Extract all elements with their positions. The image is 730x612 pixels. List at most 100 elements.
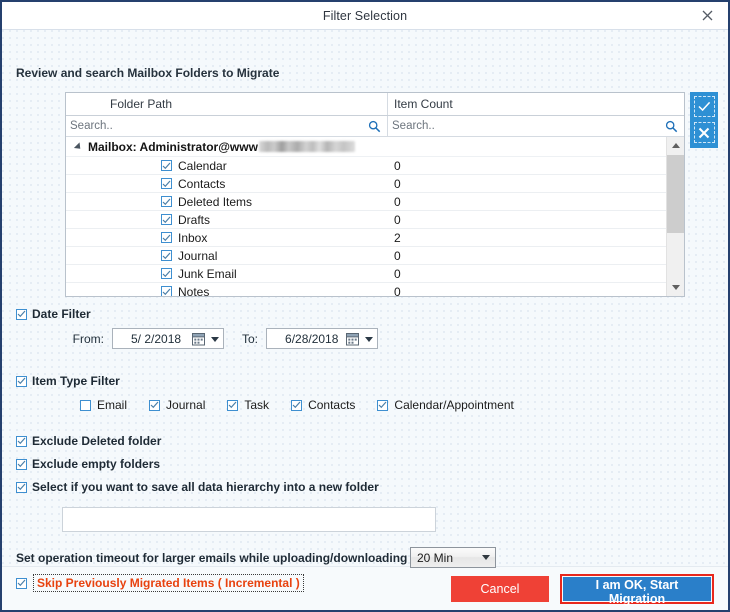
column-header-folder-path-label: Folder Path <box>110 97 173 111</box>
folder-checkbox[interactable] <box>161 196 172 207</box>
exclude-empty-folders-checkbox[interactable] <box>16 458 27 470</box>
check-icon <box>17 579 26 587</box>
operation-timeout-row: Set operation timeout for larger emails … <box>16 547 496 568</box>
scrollbar-thumb[interactable] <box>667 155 684 233</box>
folder-name: Journal <box>178 248 218 263</box>
chevron-down-icon <box>671 285 680 290</box>
date-to-field[interactable]: 6/28/2018 <box>266 328 379 349</box>
check-icon <box>17 483 26 491</box>
item-count-cell: 0 <box>394 176 401 191</box>
folder-path-cell: Calendar <box>66 159 388 173</box>
item-type-label: Calendar/Appointment <box>394 398 514 412</box>
item-type-label: Contacts <box>308 398 356 412</box>
item-type-checkbox[interactable] <box>227 399 239 411</box>
option-exclude-empty-folders[interactable]: Exclude empty folders <box>16 457 160 471</box>
calendar-icon[interactable] <box>346 332 360 346</box>
search-cell-item-count <box>388 116 684 136</box>
search-input-folder-path[interactable] <box>70 120 368 132</box>
date-filter-label: Date Filter <box>32 307 91 321</box>
table-row[interactable]: Calendar 0 <box>66 157 666 175</box>
check-icon <box>17 377 26 385</box>
table-row[interactable]: Drafts 0 <box>66 211 666 229</box>
new-folder-name-input[interactable] <box>62 507 436 532</box>
item-count-cell: 2 <box>394 230 401 245</box>
folder-checkbox[interactable] <box>161 268 172 279</box>
exclude-empty-folders-label: Exclude empty folders <box>32 457 161 471</box>
skip-migrated-items-toggle[interactable]: Skip Previously Migrated Items ( Increme… <box>16 574 304 592</box>
grid-body: Mailbox: Administrator@www Calendar 0 Cont… <box>66 137 684 296</box>
table-row[interactable]: Inbox 2 <box>66 229 666 247</box>
date-from-field[interactable]: 5/ 2/2018 <box>112 328 224 349</box>
folder-checkbox[interactable] <box>161 286 172 296</box>
table-row[interactable]: Notes 0 <box>66 283 666 296</box>
check-icon <box>162 288 171 295</box>
folder-checkbox[interactable] <box>161 250 172 261</box>
vertical-scrollbar[interactable] <box>666 137 684 296</box>
column-header-item-count[interactable]: Item Count <box>388 93 684 115</box>
scroll-down-button[interactable] <box>667 279 684 296</box>
item-type-checkbox[interactable] <box>80 399 91 411</box>
folder-checkbox[interactable] <box>161 178 172 189</box>
folder-path-cell: Inbox <box>66 231 388 245</box>
folder-checkbox[interactable] <box>161 232 172 243</box>
select-all-button[interactable] <box>693 96 715 117</box>
grid-selection-buttons <box>690 92 718 148</box>
expand-collapse-icon[interactable] <box>73 141 84 152</box>
grid-header-row: Folder Path Item Count <box>66 93 684 116</box>
column-header-folder-path[interactable]: Folder Path <box>66 93 388 115</box>
table-row[interactable]: Contacts 0 <box>66 175 666 193</box>
skip-migrated-items-checkbox[interactable] <box>16 577 27 589</box>
folder-checkbox[interactable] <box>161 214 172 225</box>
item-type-checkbox[interactable] <box>291 399 303 411</box>
date-to-dropdown-icon[interactable] <box>365 337 374 342</box>
item-type-checkbox[interactable] <box>377 399 389 411</box>
check-icon <box>162 216 171 223</box>
item-count-cell: 0 <box>394 158 401 173</box>
item-type-option[interactable]: Calendar/Appointment <box>377 398 514 412</box>
option-save-hierarchy-new-folder[interactable]: Select if you want to save all data hier… <box>16 480 379 494</box>
folder-grid: Folder Path Item Count Search.. Search..… <box>65 92 685 297</box>
date-to-value: 6/28/2018 <box>285 331 339 346</box>
check-icon <box>162 252 171 259</box>
title-bar: Filter Selection <box>2 2 728 30</box>
item-type-filter-checkbox[interactable] <box>16 375 27 387</box>
folder-path-cell: Contacts <box>66 177 388 191</box>
operation-timeout-select[interactable]: 20 Min <box>410 547 496 568</box>
item-type-filter-toggle[interactable]: Item Type Filter <box>16 374 120 388</box>
save-hierarchy-label: Select if you want to save all data hier… <box>32 480 379 494</box>
calendar-icon[interactable] <box>192 332 205 346</box>
date-from-dropdown-icon[interactable] <box>211 337 219 342</box>
date-from-value: 5/ 2/2018 <box>131 331 182 346</box>
search-icon[interactable] <box>368 120 381 133</box>
folder-name: Contacts <box>178 176 226 191</box>
date-filter-checkbox[interactable] <box>16 308 27 320</box>
item-type-option[interactable]: Email <box>80 398 127 412</box>
item-type-option[interactable]: Contacts <box>291 398 355 412</box>
option-exclude-deleted-folder[interactable]: Exclude Deleted folder <box>16 434 161 448</box>
scroll-up-button[interactable] <box>667 137 684 154</box>
table-row[interactable]: Journal 0 <box>66 247 666 265</box>
skip-migrated-items-label: Skip Previously Migrated Items ( Increme… <box>33 574 304 592</box>
folder-checkbox[interactable] <box>161 160 172 171</box>
date-from-label: From: <box>72 331 104 346</box>
search-input-item-count[interactable] <box>392 120 665 132</box>
table-row[interactable]: Junk Email 0 <box>66 265 666 283</box>
deselect-all-button[interactable] <box>693 122 715 143</box>
mailbox-root-row[interactable]: Mailbox: Administrator@www <box>66 137 666 157</box>
item-type-checkbox[interactable] <box>149 399 161 411</box>
save-hierarchy-checkbox[interactable] <box>16 481 27 493</box>
close-glyph <box>702 10 712 21</box>
cancel-button[interactable]: Cancel <box>451 575 549 602</box>
table-row[interactable]: Deleted Items 0 <box>66 193 666 211</box>
date-filter-toggle[interactable]: Date Filter <box>16 307 91 321</box>
check-icon <box>162 270 171 277</box>
close-icon[interactable] <box>692 4 722 27</box>
start-migration-button[interactable]: I am OK, Start Migration <box>563 576 711 606</box>
check-icon <box>162 162 171 169</box>
item-type-option[interactable]: Journal <box>149 398 205 412</box>
search-icon[interactable] <box>665 120 678 133</box>
exclude-deleted-folder-checkbox[interactable] <box>16 435 27 447</box>
start-migration-highlight: I am OK, Start Migration <box>560 573 714 606</box>
folder-path-cell: Journal <box>66 249 388 263</box>
item-type-option[interactable]: Task <box>227 398 269 412</box>
